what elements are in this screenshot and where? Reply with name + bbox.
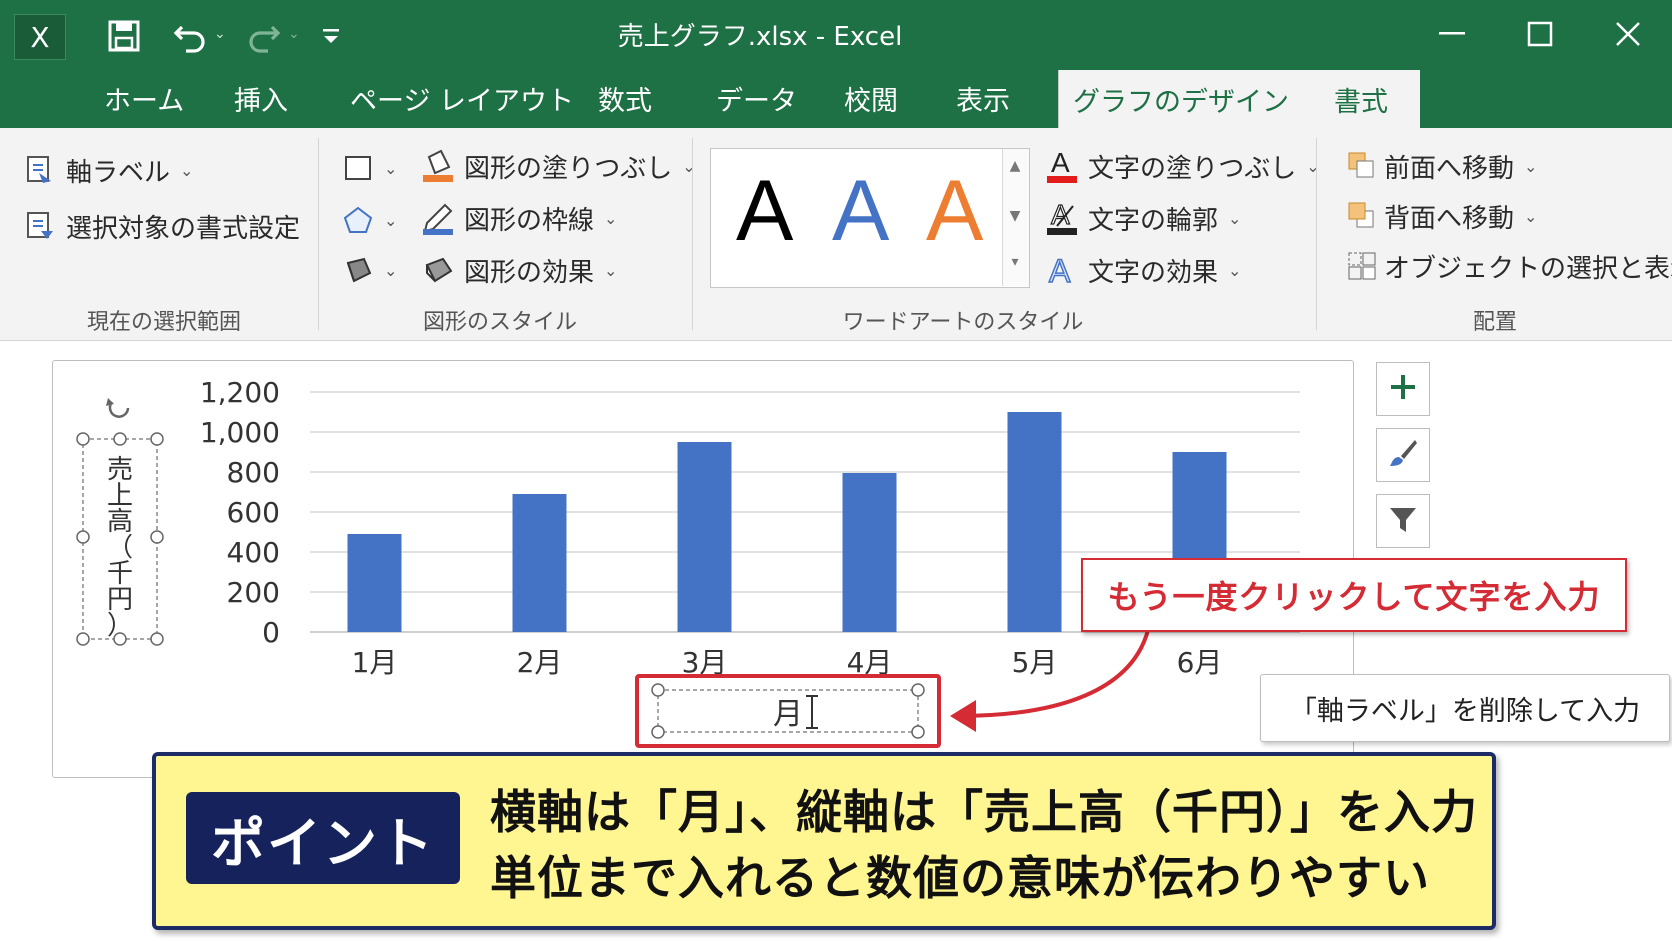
edit-shape-icon [340, 202, 376, 238]
save-icon[interactable] [104, 16, 144, 56]
bring-forward-label: 前面へ移動 [1384, 153, 1515, 184]
gallery-more-icon[interactable]: ▾ [1002, 254, 1028, 270]
chart-styles-button[interactable] [1376, 428, 1430, 482]
close-icon[interactable] [1598, 12, 1658, 56]
send-backward-button[interactable]: 背面へ移動 ⌄ [1344, 198, 1537, 234]
change-shape-button[interactable]: ⌄ [340, 252, 397, 288]
chevron-down-icon: ⌄ [1524, 156, 1538, 176]
group-label-current-selection: 現在の選択範囲 [86, 310, 241, 335]
filter-icon [1388, 504, 1418, 538]
chevron-down-icon: ⌄ [604, 208, 618, 228]
window-title: 売上グラフ.xlsx - Excel [617, 22, 903, 52]
tab-data[interactable]: データ [716, 78, 797, 118]
send-backward-icon [1344, 198, 1380, 234]
maximize-icon[interactable] [1510, 12, 1570, 56]
redo-icon[interactable] [244, 16, 284, 56]
chart-element-icon [22, 152, 58, 188]
shape-fill-button[interactable]: 図形の塗りつぶし ⌄ [420, 148, 696, 184]
group-label-shape-styles: 図形のスタイル [422, 310, 577, 335]
minimize-icon[interactable] [1422, 12, 1482, 56]
shape-outline-label: 図形の枠線 [464, 205, 595, 236]
chevron-down-icon: ⌄ [604, 260, 618, 280]
brush-icon [1387, 437, 1419, 473]
scroll-up-icon[interactable]: ▲ [1002, 158, 1028, 174]
tab-review[interactable]: 校閲 [844, 78, 898, 118]
tab-insert[interactable]: 挿入 [234, 78, 288, 118]
paint-bucket-icon [420, 148, 456, 184]
shape-effects-icon [420, 252, 456, 288]
edit-shape-button[interactable]: ⌄ [340, 202, 397, 238]
chevron-down-icon: ⌄ [384, 158, 398, 178]
chart-element-label: 軸ラベル [66, 157, 171, 188]
shape-fill-label: 図形の塗りつぶし [464, 153, 673, 184]
shape-outline-button[interactable]: 図形の枠線 ⌄ [420, 200, 617, 236]
tab-view[interactable]: 表示 [956, 78, 1010, 118]
shape-effects-label: 図形の効果 [464, 257, 595, 288]
bring-forward-icon [1344, 148, 1380, 184]
svg-text:A: A [1051, 200, 1070, 230]
shape-style-gallery-rect[interactable]: ⌄ [340, 150, 397, 186]
instruction-callout: もう一度クリックして文字を入力 [1081, 558, 1627, 632]
chevron-down-icon: ⌄ [682, 156, 696, 176]
rectangle-shape-icon [340, 150, 376, 186]
ribbon-separator [1316, 138, 1317, 330]
send-backward-label: 背面へ移動 [1384, 203, 1515, 234]
x-axis-title[interactable]: 月 [658, 690, 918, 732]
group-label-wordart-styles: ワードアートのスタイル [842, 310, 1084, 335]
text-fill-button[interactable]: A 文字の塗りつぶし ⌄ [1044, 148, 1320, 184]
shape-effects-button[interactable]: 図形の効果 ⌄ [420, 252, 617, 288]
undo-dropdown-icon[interactable]: ⌄ [214, 26, 226, 42]
undo-icon[interactable] [170, 16, 210, 56]
wordart-sample-black[interactable]: A [736, 168, 793, 254]
chevron-down-icon: ⌄ [384, 260, 398, 280]
svg-text:A: A [1051, 148, 1070, 178]
plus-icon [1388, 372, 1418, 406]
wordart-sample-orange[interactable]: A [926, 168, 983, 254]
text-outline-button[interactable]: A 文字の輪郭 ⌄ [1044, 200, 1241, 236]
tab-home[interactable]: ホーム [104, 78, 184, 118]
chart-filters-button[interactable] [1376, 494, 1430, 548]
ribbon-separator [318, 138, 319, 330]
chevron-down-icon: ⌄ [180, 160, 194, 180]
wordart-sample-blue[interactable]: A [832, 168, 889, 254]
excel-app-icon: X [14, 14, 66, 60]
svg-text:A: A [1049, 253, 1071, 288]
group-label-arrange: 配置 [1472, 310, 1517, 335]
chevron-down-icon: ⌄ [1228, 208, 1242, 228]
point-line-1: 横軸は「月」、縦軸は「売上高（千円）」を入力 [490, 785, 1478, 839]
tab-page-layout[interactable]: ページ レイアウト [350, 78, 574, 118]
chevron-down-icon: ⌄ [1306, 156, 1320, 176]
point-badge: ポイント [186, 792, 460, 884]
format-selection-button[interactable]: 選択対象の書式設定 [22, 208, 300, 244]
3d-shape-icon [340, 252, 376, 288]
point-line-2: 単位まで入れると数値の意味が伝わりやすい [490, 851, 1430, 905]
text-fill-icon: A [1044, 148, 1080, 184]
bring-forward-button[interactable]: 前面へ移動 ⌄ [1344, 148, 1537, 184]
note-callout: 「軸ラベル」を削除して入力 [1260, 674, 1670, 742]
text-effects-button[interactable]: A 文字の効果 ⌄ [1044, 252, 1241, 288]
chart-element-selector[interactable]: 軸ラベル ⌄ [22, 152, 193, 188]
chevron-down-icon: ⌄ [1228, 260, 1242, 280]
text-effects-icon: A [1044, 252, 1080, 288]
text-outline-icon: A [1044, 200, 1080, 236]
chevron-down-icon: ⌄ [1524, 206, 1538, 226]
pen-outline-icon [420, 200, 456, 236]
selection-pane-icon [1344, 248, 1380, 284]
ribbon-separator [692, 138, 693, 330]
redo-dropdown-icon[interactable]: ⌄ [288, 26, 300, 42]
selection-pane-button[interactable]: オブジェクトの選択と表示 [1344, 248, 1672, 284]
chart-elements-button[interactable] [1376, 362, 1430, 416]
text-fill-label: 文字の塗りつぶし [1088, 153, 1297, 184]
chevron-down-icon: ⌄ [384, 210, 398, 230]
tab-formulas[interactable]: 数式 [598, 78, 652, 118]
format-selection-icon [22, 208, 58, 244]
customize-quick-access-icon[interactable] [316, 20, 346, 52]
tab-format[interactable]: 書式 [1302, 70, 1420, 128]
text-effects-label: 文字の効果 [1088, 257, 1219, 288]
scroll-down-icon[interactable]: ▼ [1002, 208, 1028, 224]
tab-chart-design[interactable]: グラフのデザイン [1058, 70, 1304, 128]
format-selection-label: 選択対象の書式設定 [66, 213, 301, 244]
text-outline-label: 文字の輪郭 [1088, 205, 1219, 236]
selection-pane-label: オブジェクトの選択と表示 [1384, 253, 1672, 284]
